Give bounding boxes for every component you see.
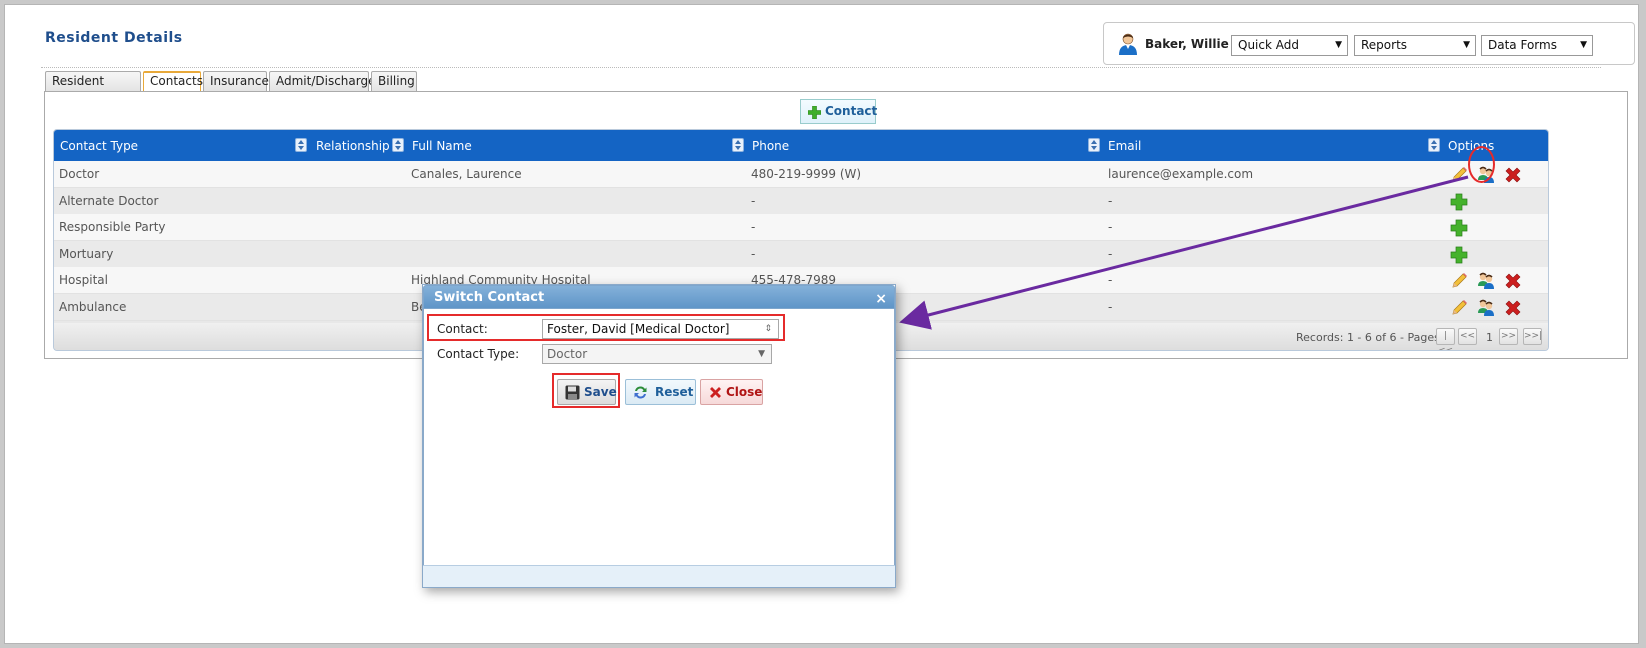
data-forms-label: Data Forms bbox=[1488, 38, 1557, 52]
add-contact-icon[interactable] bbox=[1449, 245, 1469, 265]
delete-icon[interactable] bbox=[1503, 165, 1523, 185]
cell-contact-type: Alternate Doctor bbox=[59, 193, 159, 208]
save-label: Save bbox=[584, 385, 617, 399]
close-label: Close bbox=[726, 385, 763, 399]
reset-button[interactable]: Reset bbox=[625, 379, 696, 405]
cell-phone: - bbox=[751, 220, 756, 234]
reports-label: Reports bbox=[1361, 38, 1408, 52]
contact-type-select[interactable]: Doctor ▼ bbox=[542, 344, 772, 364]
dialog-footer bbox=[423, 565, 895, 587]
plus-icon bbox=[808, 106, 821, 119]
grid-header: Contact Type Relationship Full Name Phon… bbox=[54, 130, 1548, 161]
sort-icon[interactable] bbox=[392, 138, 404, 152]
col-full-name[interactable]: Full Name bbox=[412, 139, 472, 153]
col-contact-type[interactable]: Contact Type bbox=[60, 139, 138, 153]
edit-pencil-icon[interactable] bbox=[1449, 271, 1469, 291]
user-toolbar: Baker, Willie Quick Add ▼ Reports ▼ Data… bbox=[1103, 22, 1635, 65]
tab-admit-discharge[interactable]: Admit/Discharge bbox=[269, 71, 376, 91]
cell-phone: 480-219-9999 (W) bbox=[751, 167, 862, 181]
switch-contact-icon[interactable] bbox=[1476, 271, 1496, 291]
save-button[interactable]: Save bbox=[557, 379, 617, 405]
sort-icon[interactable] bbox=[1428, 138, 1440, 152]
reset-arrows-icon bbox=[634, 386, 647, 399]
updown-chevron-icon: ⇕ bbox=[764, 324, 772, 334]
user-icon bbox=[1119, 33, 1137, 55]
contact-value: Foster, David [Medical Doctor] bbox=[547, 322, 730, 336]
cell-email: - bbox=[1108, 246, 1113, 261]
add-contact-button[interactable]: Contact bbox=[800, 99, 878, 124]
tab-billing[interactable]: Billing bbox=[371, 71, 417, 91]
cell-email: - bbox=[1108, 193, 1113, 208]
caret-down-icon: ▼ bbox=[1580, 40, 1587, 50]
save-disk-icon bbox=[565, 385, 580, 400]
next-page-button[interactable]: >> bbox=[1499, 328, 1518, 345]
data-forms-dropdown[interactable]: Data Forms ▼ bbox=[1481, 35, 1593, 56]
quick-add-dropdown[interactable]: Quick Add ▼ bbox=[1231, 35, 1348, 56]
edit-pencil-icon[interactable] bbox=[1449, 298, 1469, 318]
table-row: Mortuary - - bbox=[54, 240, 1548, 268]
cell-email: laurence@example.com bbox=[1108, 167, 1254, 181]
tab-insurance[interactable]: Insurance bbox=[203, 71, 269, 91]
user-name: Baker, Willie bbox=[1145, 37, 1229, 51]
col-email[interactable]: Email bbox=[1108, 139, 1141, 153]
table-row: Alternate Doctor - - bbox=[54, 187, 1548, 215]
switch-contact-icon[interactable] bbox=[1476, 298, 1496, 318]
table-row: Responsible Party - - bbox=[54, 214, 1548, 241]
reset-label: Reset bbox=[655, 385, 694, 399]
cell-phone: - bbox=[751, 193, 756, 208]
add-contact-icon[interactable] bbox=[1449, 192, 1469, 212]
cell-contact-type: Responsible Party bbox=[59, 220, 166, 234]
header-divider bbox=[41, 67, 1601, 68]
prev-page-button[interactable]: << bbox=[1458, 328, 1477, 345]
caret-down-icon: ▼ bbox=[1335, 40, 1342, 50]
close-icon[interactable]: × bbox=[875, 287, 887, 311]
dialog-body: Contact: Foster, David [Medical Doctor] … bbox=[423, 309, 895, 565]
cell-email: - bbox=[1108, 273, 1113, 287]
page-title: Resident Details bbox=[45, 30, 183, 46]
table-row: Doctor Canales, Laurence 480-219-9999 (W) l… bbox=[54, 161, 1548, 188]
add-contact-icon[interactable] bbox=[1449, 218, 1469, 238]
cell-contact-type: Doctor bbox=[59, 167, 100, 181]
tab-contacts[interactable]: Contacts bbox=[143, 71, 203, 92]
add-contact-label: Contact bbox=[825, 104, 878, 118]
cell-email: - bbox=[1108, 299, 1113, 314]
delete-icon[interactable] bbox=[1503, 298, 1523, 318]
dialog-title: Switch Contact bbox=[434, 290, 545, 305]
col-relationship[interactable]: Relationship bbox=[316, 139, 390, 153]
quick-add-label: Quick Add bbox=[1238, 38, 1299, 52]
cell-contact-type: Mortuary bbox=[59, 246, 114, 261]
col-phone[interactable]: Phone bbox=[752, 139, 789, 153]
dialog-title-bar: Switch Contact × bbox=[423, 285, 895, 309]
page-number: 1 bbox=[1486, 331, 1493, 344]
records-count: Records: 1 - 6 of 6 - Pages: bbox=[1296, 331, 1444, 344]
contact-label: Contact: bbox=[437, 322, 488, 336]
switch-icon-highlight bbox=[1468, 146, 1495, 183]
sort-icon[interactable] bbox=[1088, 138, 1100, 152]
close-x-icon bbox=[710, 387, 721, 398]
contact-type-label: Contact Type: bbox=[437, 347, 520, 361]
close-button[interactable]: Close bbox=[700, 379, 763, 405]
contact-type-value: Doctor bbox=[547, 347, 588, 361]
switch-contact-dialog: Switch Contact × Contact: Foster, David … bbox=[422, 284, 896, 588]
caret-down-icon: ▼ bbox=[758, 349, 765, 359]
sort-icon[interactable] bbox=[732, 138, 744, 152]
cell-phone: - bbox=[751, 246, 756, 261]
sort-icon[interactable] bbox=[295, 138, 307, 152]
delete-icon[interactable] bbox=[1503, 271, 1523, 291]
reports-dropdown[interactable]: Reports ▼ bbox=[1354, 35, 1476, 56]
contact-select[interactable]: Foster, David [Medical Doctor] ⇕ bbox=[542, 319, 779, 339]
first-page-button[interactable]: |<< bbox=[1436, 328, 1455, 350]
cell-full-name: Canales, Laurence bbox=[411, 167, 522, 181]
cell-email: - bbox=[1108, 220, 1113, 234]
cell-contact-type: Hospital bbox=[59, 273, 108, 287]
cell-contact-type: Ambulance bbox=[59, 299, 127, 314]
caret-down-icon: ▼ bbox=[1463, 40, 1470, 50]
last-page-button[interactable]: >>| bbox=[1523, 328, 1542, 345]
tab-resident-details[interactable]: Resident details bbox=[45, 71, 141, 106]
edit-pencil-icon[interactable] bbox=[1449, 165, 1469, 185]
